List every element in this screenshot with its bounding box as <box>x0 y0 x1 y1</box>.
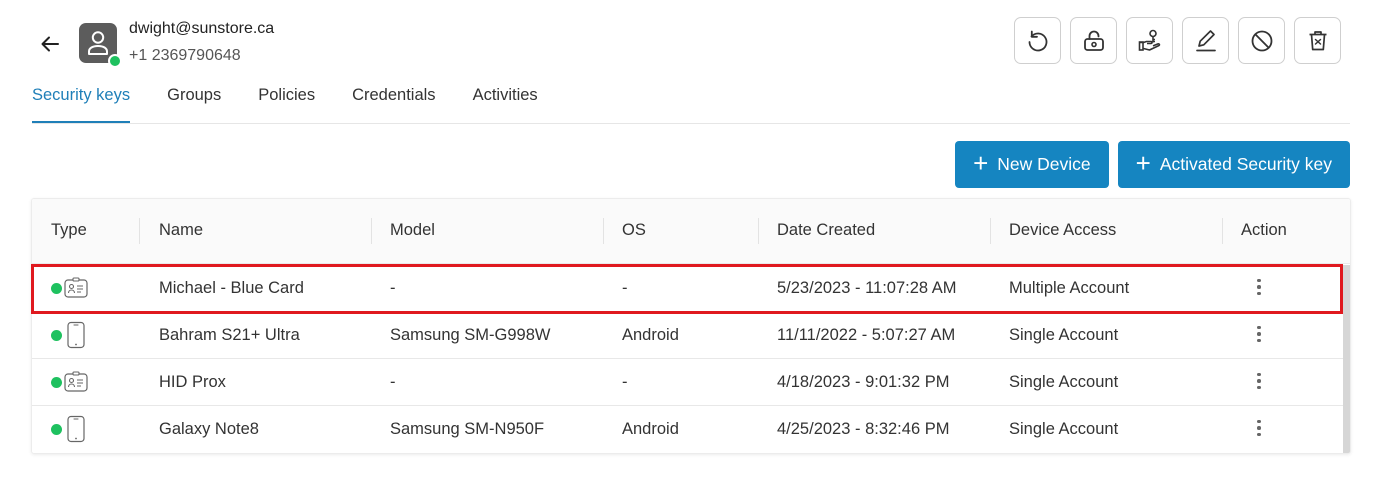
column-divider <box>758 218 759 244</box>
table-scrollbar[interactable] <box>1343 265 1350 453</box>
security-keys-table: Type Name Model OS Date Created Device A… <box>31 198 1351 454</box>
online-status-dot <box>108 54 122 68</box>
smartphone-icon <box>67 415 85 443</box>
block-icon <box>1251 30 1272 51</box>
block-button[interactable] <box>1238 17 1285 64</box>
table-row[interactable]: HID Prox - - 4/18/2023 - 9:01:32 PM Sing… <box>32 359 1350 406</box>
table-row[interactable]: Bahram S21+ Ultra Samsung SM-G998W Andro… <box>32 312 1350 359</box>
column-header-os: OS <box>622 221 646 239</box>
more-vert-icon[interactable] <box>1248 416 1270 440</box>
date-created: 4/18/2023 - 9:01:32 PM <box>777 373 950 391</box>
column-header-action: Action <box>1241 221 1287 239</box>
column-divider <box>371 218 372 244</box>
user-icon <box>88 31 108 55</box>
unlock-icon <box>1083 30 1104 51</box>
edit-button[interactable] <box>1182 17 1229 64</box>
row-highlight-box <box>31 264 1343 314</box>
reset-icon <box>1028 30 1047 51</box>
date-created: 11/11/2022 - 5:07:27 AM <box>777 326 956 344</box>
user-email: dwight@sunstore.ca <box>129 20 275 37</box>
device-name: Galaxy Note8 <box>159 420 259 438</box>
status-dot <box>51 330 62 341</box>
table-row[interactable]: Galaxy Note8 Samsung SM-N950F Android 4/… <box>32 406 1350 453</box>
user-phone: +1 2369790648 <box>129 47 241 64</box>
activated-security-key-button[interactable]: + Activated Security key <box>1117 141 1350 188</box>
status-dot <box>51 424 62 435</box>
device-model: Samsung SM-N950F <box>390 420 545 438</box>
reset-button[interactable] <box>1014 17 1061 64</box>
unlock-button[interactable] <box>1070 17 1117 64</box>
toolbar <box>1014 17 1341 64</box>
activated-security-key-label: Activated Security key <box>1159 154 1332 174</box>
action-buttons: + New Device + Activated Security key <box>955 141 1350 188</box>
id-card-icon <box>64 371 88 392</box>
back-button[interactable] <box>36 30 64 58</box>
more-vert-icon[interactable] <box>1248 369 1270 393</box>
device-access: Single Account <box>1009 420 1119 438</box>
delete-button[interactable] <box>1294 17 1341 64</box>
column-divider <box>139 218 140 244</box>
column-header-name: Name <box>159 221 204 239</box>
date-created: 4/25/2023 - 8:32:46 PM <box>777 420 950 438</box>
device-os: Android <box>622 420 679 438</box>
device-os: Android <box>622 326 679 344</box>
issue-key-button[interactable] <box>1126 17 1173 64</box>
device-access: Single Account <box>1009 326 1119 344</box>
tab-credentials[interactable]: Credentials <box>352 82 435 123</box>
column-header-type: Type <box>51 221 87 239</box>
column-header-device-access: Device Access <box>1009 221 1117 239</box>
smartphone-icon <box>67 321 85 349</box>
tab-bar: Security keys Groups Policies Credential… <box>32 82 1350 124</box>
tab-activities[interactable]: Activities <box>473 82 538 123</box>
device-name: Bahram S21+ Ultra <box>159 326 300 344</box>
tab-policies[interactable]: Policies <box>258 82 315 123</box>
new-device-label: New Device <box>997 154 1091 174</box>
device-model: - <box>390 373 396 391</box>
plus-icon: + <box>1135 148 1151 178</box>
tab-groups[interactable]: Groups <box>167 82 221 123</box>
device-name: HID Prox <box>159 373 226 391</box>
column-divider <box>603 218 604 244</box>
column-header-date-created: Date Created <box>777 221 876 239</box>
delete-icon <box>1309 30 1326 50</box>
more-vert-icon[interactable] <box>1248 322 1270 346</box>
edit-icon <box>1195 29 1216 51</box>
column-divider <box>1222 218 1223 244</box>
hand-key-icon <box>1138 29 1160 51</box>
table-header: Type Name Model OS Date Created Device A… <box>32 199 1350 264</box>
device-os: - <box>622 373 628 391</box>
plus-icon: + <box>973 148 989 178</box>
tab-security-keys[interactable]: Security keys <box>32 82 131 123</box>
arrow-left-icon <box>41 36 59 52</box>
device-access: Single Account <box>1009 373 1119 391</box>
status-dot <box>51 377 62 388</box>
column-divider <box>990 218 991 244</box>
device-model: Samsung SM-G998W <box>390 326 551 344</box>
column-header-model: Model <box>390 221 435 239</box>
new-device-button[interactable]: + New Device <box>955 141 1109 188</box>
